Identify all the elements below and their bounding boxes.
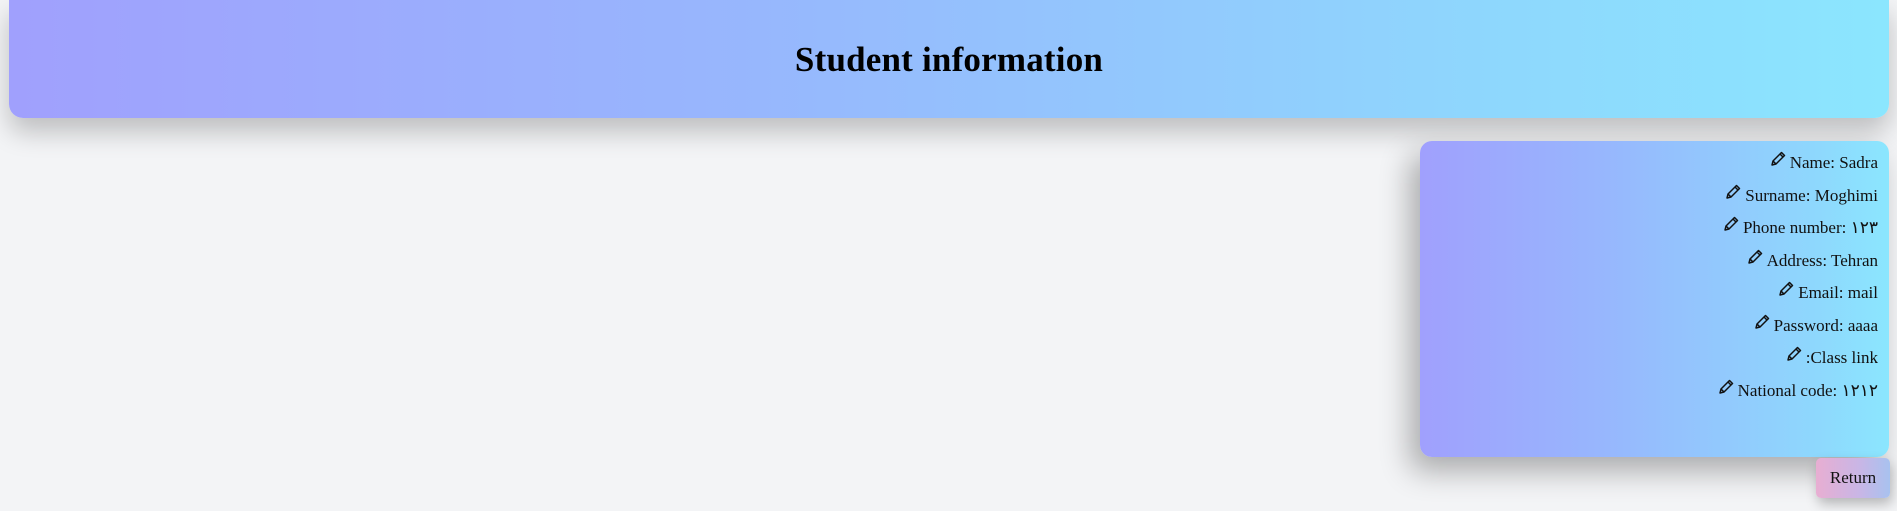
- field-name: Name: Sadra: [1717, 150, 1878, 185]
- field-surname-text: Surname: Moghimi: [1745, 185, 1878, 205]
- page-title: Student information: [794, 40, 1104, 79]
- field-class-link: :Class link: [1717, 345, 1878, 380]
- pencil-icon[interactable]: [1724, 183, 1742, 201]
- field-class-link-text: :Class link: [1805, 348, 1878, 367]
- student-fields-list: Name: Sadra Surname: Moghimi Phone numbe…: [1717, 150, 1878, 413]
- field-national-code-text: National code: ۱۲۱۲: [1737, 380, 1878, 400]
- field-name-text: Name: Sadra: [1789, 153, 1878, 172]
- pencil-icon[interactable]: [1753, 313, 1771, 331]
- pencil-icon[interactable]: [1769, 150, 1787, 168]
- pencil-icon[interactable]: [1777, 280, 1795, 298]
- student-info-card: Name: Sadra Surname: Moghimi Phone numbe…: [1420, 141, 1889, 457]
- return-button[interactable]: Return: [1816, 458, 1890, 498]
- field-phone-number-text: Phone number: ۱۲۳: [1742, 218, 1878, 237]
- pencil-icon[interactable]: [1746, 248, 1764, 266]
- field-address: Address: Tehran: [1717, 248, 1878, 283]
- field-password: Password: aaaa: [1717, 313, 1878, 348]
- field-surname: Surname: Moghimi: [1717, 183, 1878, 218]
- field-email: Email: mail: [1717, 280, 1878, 315]
- field-national-code: National code: ۱۲۱۲: [1717, 378, 1878, 413]
- field-password-text: Password: aaaa: [1773, 315, 1878, 335]
- field-phone-number: Phone number: ۱۲۳: [1717, 215, 1878, 250]
- pencil-icon[interactable]: [1722, 215, 1740, 233]
- pencil-icon[interactable]: [1717, 378, 1735, 396]
- page-header: Student information: [9, 0, 1889, 118]
- pencil-icon[interactable]: [1785, 345, 1803, 363]
- field-email-text: Email: mail: [1798, 283, 1878, 302]
- field-address-text: Address: Tehran: [1766, 250, 1878, 270]
